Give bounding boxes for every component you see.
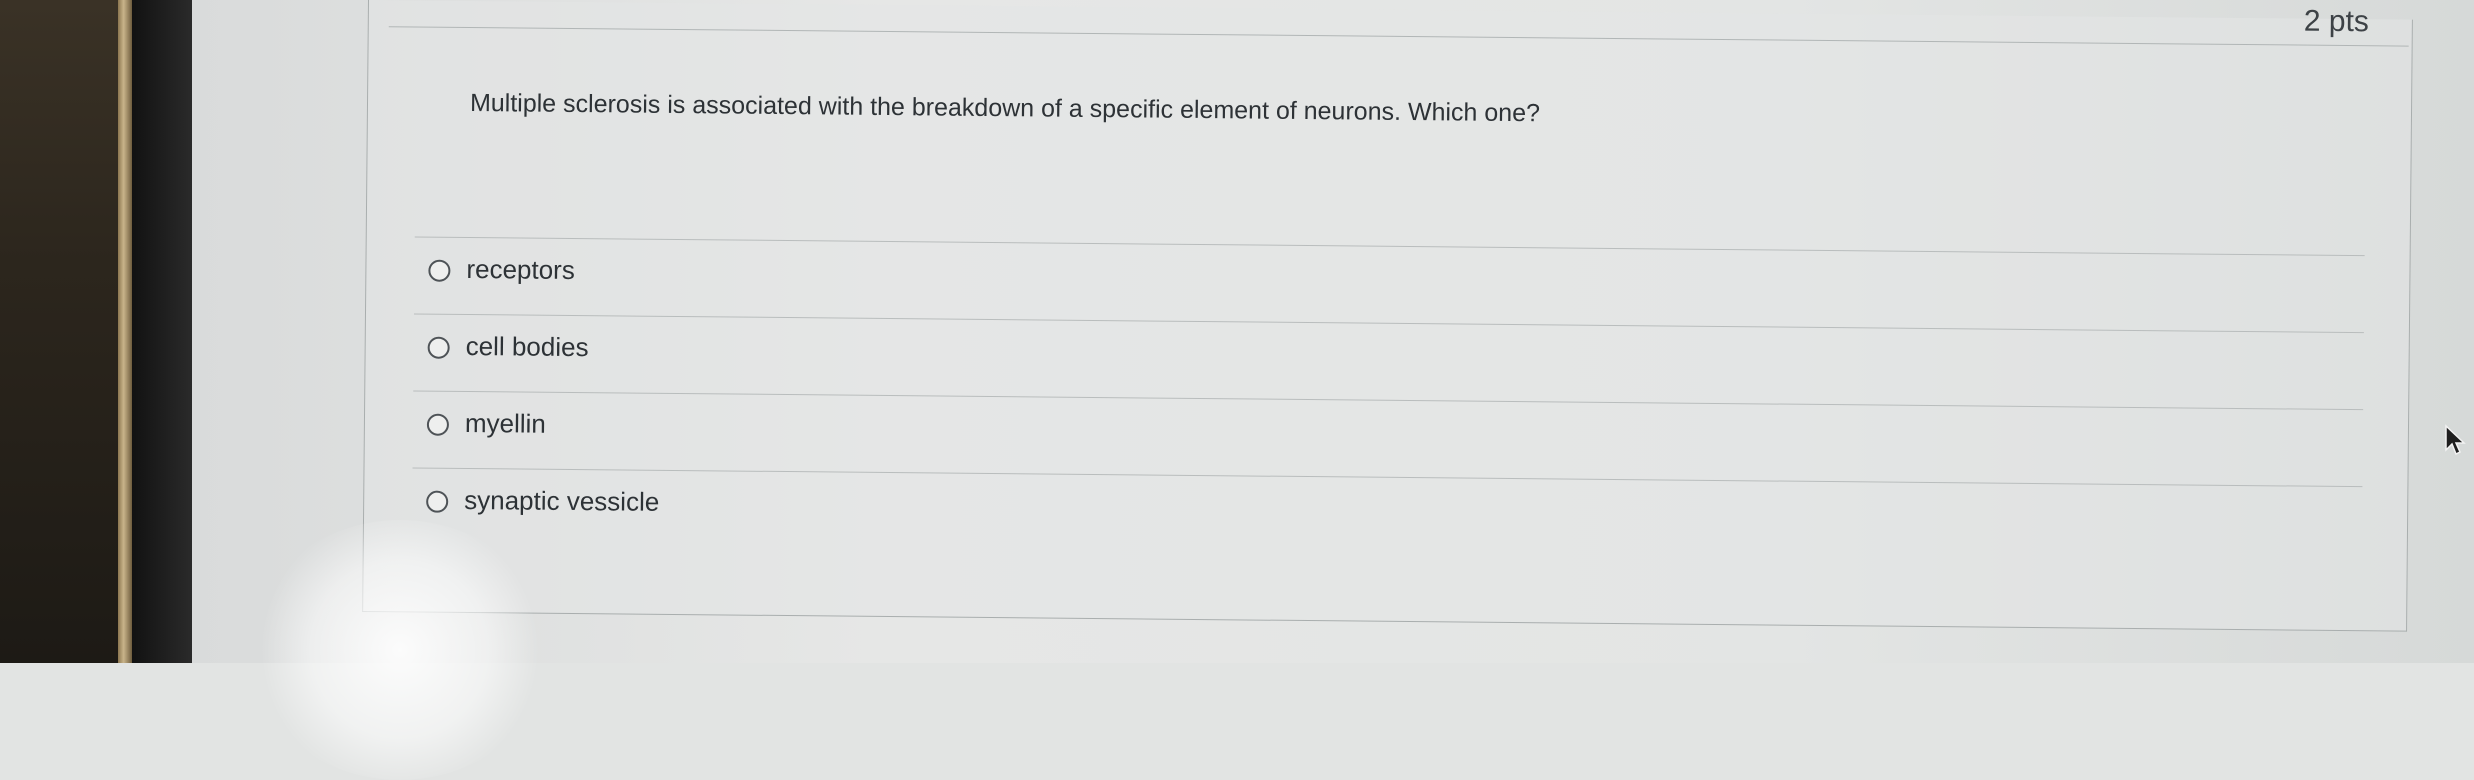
- points-label: 2 pts: [2303, 4, 2370, 39]
- answer-label[interactable]: synaptic vessicle: [464, 485, 659, 518]
- monitor-bezel-inner: [132, 0, 192, 663]
- radio-button-icon[interactable]: [426, 490, 449, 513]
- answer-label[interactable]: cell bodies: [466, 331, 589, 363]
- answer-label[interactable]: receptors: [466, 254, 575, 286]
- mouse-pointer-icon: [2445, 424, 2466, 456]
- radio-button-icon[interactable]: [426, 413, 450, 436]
- answer-list: receptors cell bodies myellin synaptic v…: [411, 236, 2365, 564]
- radio-button-icon[interactable]: [427, 336, 450, 359]
- question-card: 2 pts Multiple sclerosis is associated w…: [362, 0, 2413, 632]
- monitor-bezel: [0, 0, 120, 663]
- question-text: Multiple sclerosis is associated with th…: [469, 88, 1541, 128]
- radio-button-icon[interactable]: [428, 259, 451, 282]
- answer-label[interactable]: myellin: [465, 408, 546, 440]
- monitor-bezel-edge: [118, 0, 132, 663]
